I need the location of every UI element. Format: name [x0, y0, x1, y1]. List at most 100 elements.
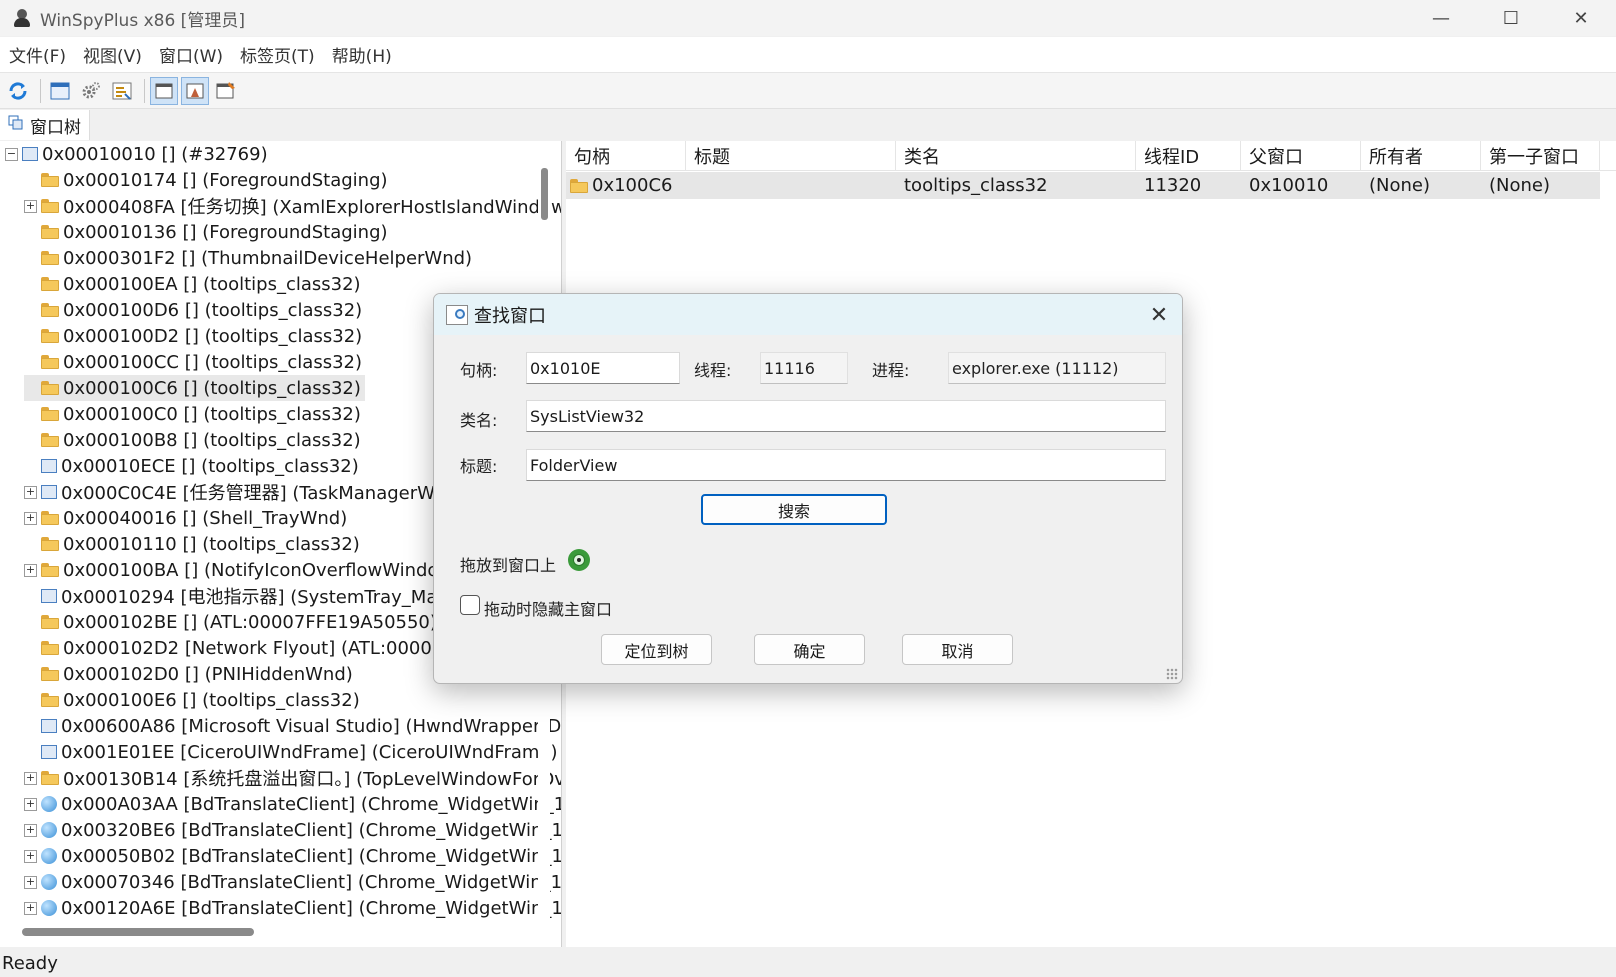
- tree-item[interactable]: 0x00010294 [电池指示器] (SystemTray_Main): [24, 583, 461, 609]
- tree-item[interactable]: 0x000100D6 [] (tooltips_class32): [24, 297, 362, 323]
- tree-item-label: 0x000C0C4E [任务管理器] (TaskManagerWindow): [61, 483, 496, 504]
- tree-item-label: 0x00010294 [电池指示器] (SystemTray_Main): [61, 587, 461, 608]
- collapse-icon[interactable]: −: [5, 147, 18, 161]
- column-header-handle[interactable]: 句柄: [566, 141, 686, 171]
- locate-in-tree-button[interactable]: 定位到树: [601, 634, 712, 665]
- tree-item[interactable]: +0x00120A6E [BdTranslateClient] (Chrome_…: [24, 895, 562, 921]
- tree-item[interactable]: +0x00320BE6 [BdTranslateClient] (Chrome_…: [24, 817, 561, 843]
- dialog-close-button[interactable]: ✕: [1144, 300, 1174, 330]
- column-header-class[interactable]: 类名: [896, 141, 1136, 171]
- tree-item-label: 0x00120A6E [BdTranslateClient] (Chrome_W…: [61, 897, 562, 919]
- tree-item[interactable]: +0x000A03AA [BdTranslateClient] (Chrome_…: [24, 791, 561, 817]
- handle-field[interactable]: 0x1010E: [526, 352, 680, 384]
- dialog-title-bar[interactable]: 查找窗口 ✕: [434, 294, 1182, 335]
- folder-icon: [41, 381, 59, 395]
- status-bar: Ready: [0, 949, 1616, 977]
- expand-icon[interactable]: +: [24, 199, 37, 213]
- gear-icon[interactable]: [77, 77, 105, 105]
- expand-icon[interactable]: +: [24, 797, 37, 811]
- menu-bar: 文件(F) 视图(V) 窗口(W) 标签页(T) 帮助(H): [0, 37, 1616, 73]
- tree-item[interactable]: 0x000102D0 [] (PNIHiddenWnd): [24, 661, 353, 687]
- folder-icon: [41, 303, 59, 317]
- folder-icon: [41, 225, 59, 239]
- tree-item[interactable]: 0x000100E6 [] (tooltips_class32): [24, 687, 360, 713]
- window-view-icon[interactable]: [150, 76, 178, 105]
- pin-icon[interactable]: [212, 77, 240, 105]
- expand-icon[interactable]: +: [24, 823, 37, 837]
- tree-horizontal-scroll-thumb[interactable]: [22, 928, 254, 936]
- close-button[interactable]: ✕: [1546, 0, 1616, 36]
- hide-main-window-checkbox[interactable]: [460, 595, 480, 615]
- table-row[interactable]: 0x100C6 tooltips_class32 11320 0x10010 (…: [566, 172, 1600, 199]
- class-field[interactable]: SysListView32: [526, 400, 1166, 432]
- tree-item[interactable]: − 0x00010010 [] (#32769): [5, 141, 268, 167]
- dialog-title: 查找窗口: [474, 305, 546, 327]
- tree-item[interactable]: 0x00010ECE [] (tooltips_class32): [24, 453, 359, 479]
- column-header-thread-id[interactable]: 线程ID: [1136, 141, 1241, 171]
- window-title: WinSpyPlus x86 [管理员]: [40, 10, 245, 31]
- tree-item[interactable]: +0x00130B14 [系统托盘溢出窗口。] (TopLevelWindowF…: [24, 765, 561, 791]
- folder-icon: [570, 178, 588, 193]
- tree-item[interactable]: 0x000100D2 [] (tooltips_class32): [24, 323, 362, 349]
- properties-icon[interactable]: [108, 77, 136, 105]
- cancel-button[interactable]: 取消: [902, 634, 1013, 665]
- tree-item-label: 0x000100CC [] (tooltips_class32): [63, 351, 363, 373]
- tree-item-label: 0x00010010 [] (#32769): [42, 143, 268, 165]
- tab-window-tree[interactable]: 窗口树: [0, 110, 90, 140]
- tree-item[interactable]: +0x00070346 [BdTranslateClient] (Chrome_…: [24, 869, 561, 895]
- maximize-button[interactable]: ☐: [1476, 0, 1546, 36]
- tree-item[interactable]: 0x00010174 [] (ForegroundStaging): [24, 167, 388, 193]
- tree-item[interactable]: 0x00600A86 [Microsoft Visual Studio] (Hw…: [24, 713, 561, 739]
- search-button[interactable]: 搜索: [701, 494, 887, 525]
- tree-item[interactable]: +0x000408FA [任务切换] (XamlExplorerHostIsla…: [24, 193, 561, 219]
- tree-item-label: 0x000100BA [] (NotifyIconOverflowWindow): [63, 559, 461, 581]
- tree-item[interactable]: 0x000301F2 [] (ThumbnailDeviceHelperWnd): [24, 245, 472, 271]
- expand-icon[interactable]: +: [24, 771, 37, 785]
- refresh-icon[interactable]: [4, 77, 32, 105]
- tree-item[interactable]: 0x000100CC [] (tooltips_class32): [24, 349, 362, 375]
- ok-button[interactable]: 确定: [754, 634, 865, 665]
- tree-item-label: 0x00050B02 [BdTranslateClient] (Chrome_W…: [61, 845, 562, 867]
- title-field[interactable]: FolderView: [526, 449, 1166, 481]
- menu-tabs[interactable]: 标签页(T): [232, 42, 323, 67]
- menu-window[interactable]: 窗口(W): [151, 42, 231, 67]
- toolbar-separator: [40, 78, 41, 103]
- process-field[interactable]: explorer.exe (11112): [948, 352, 1166, 384]
- menu-file[interactable]: 文件(F): [1, 42, 74, 67]
- tree-item[interactable]: 0x000102BE [] (ATL:00007FFE19A50550): [24, 609, 437, 635]
- tree-item[interactable]: 0x000100EA [] (tooltips_class32): [24, 271, 361, 297]
- globe-icon: [41, 796, 57, 812]
- column-header-owner[interactable]: 所有者: [1361, 141, 1481, 171]
- folder-icon: [41, 199, 59, 213]
- tree-vertical-scroll-thumb[interactable]: [541, 168, 548, 220]
- menu-view[interactable]: 视图(V): [75, 42, 150, 67]
- window-icon[interactable]: [46, 77, 74, 105]
- expand-icon[interactable]: +: [24, 511, 37, 525]
- tree-item[interactable]: 0x001E01EE [CiceroUIWndFrame] (CiceroUIW…: [24, 739, 558, 765]
- menu-help[interactable]: 帮助(H): [324, 42, 400, 67]
- globe-icon: [41, 900, 57, 916]
- tree-item[interactable]: 0x000100C0 [] (tooltips_class32): [24, 401, 361, 427]
- expand-icon[interactable]: +: [24, 875, 37, 889]
- column-header-title[interactable]: 标题: [686, 141, 896, 171]
- hide-main-window-label: 拖动时隐藏主窗口: [484, 600, 613, 619]
- tree-item[interactable]: +0x00040016 [] (Shell_TrayWnd): [24, 505, 347, 531]
- tree-item[interactable]: 0x000100B8 [] (tooltips_class32): [24, 427, 361, 453]
- expand-icon[interactable]: +: [24, 901, 37, 915]
- tree-item[interactable]: +0x000C0C4E [任务管理器] (TaskManagerWindow): [24, 479, 495, 505]
- expand-icon[interactable]: +: [24, 563, 37, 577]
- tree-item[interactable]: 0x00010110 [] (tooltips_class32): [24, 531, 360, 557]
- expand-icon[interactable]: +: [24, 849, 37, 863]
- tree-item[interactable]: 0x00010136 [] (ForegroundStaging): [24, 219, 388, 245]
- minimize-button[interactable]: —: [1406, 0, 1476, 36]
- column-header-parent[interactable]: 父窗口: [1241, 141, 1361, 171]
- finder-icon[interactable]: [181, 76, 209, 105]
- tree-item[interactable]: 0x000100C6 [] (tooltips_class32): [24, 375, 365, 401]
- tree-item[interactable]: +0x00050B02 [BdTranslateClient] (Chrome_…: [24, 843, 562, 869]
- crosshair-target-icon[interactable]: [568, 549, 590, 571]
- tree-item[interactable]: +0x000100BA [] (NotifyIconOverflowWindow…: [24, 557, 460, 583]
- expand-icon[interactable]: +: [24, 485, 37, 499]
- resize-grip[interactable]: [1166, 668, 1178, 680]
- thread-field[interactable]: 11116: [760, 352, 848, 384]
- column-header-first-child[interactable]: 第一子窗口: [1481, 141, 1600, 171]
